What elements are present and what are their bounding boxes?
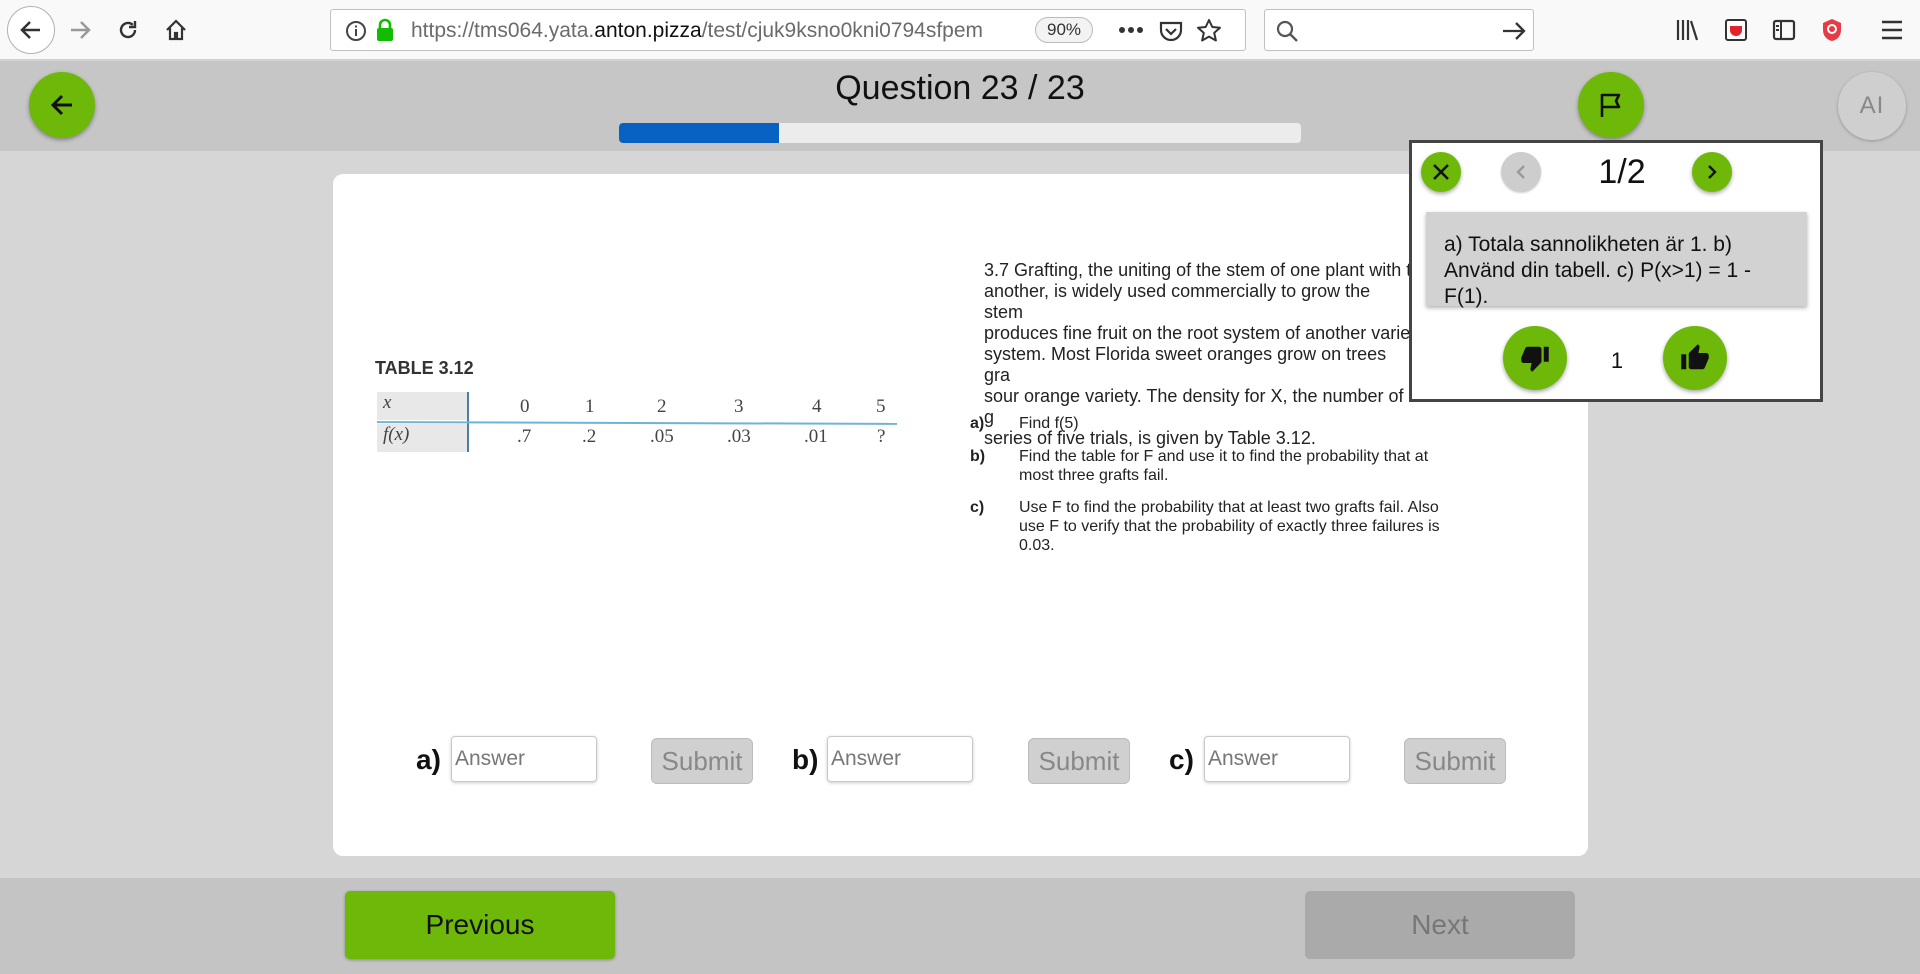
progress-fill: [619, 123, 780, 143]
submit-b-button[interactable]: Submit: [1028, 738, 1130, 784]
go-arrow-icon[interactable]: [1501, 19, 1527, 43]
question-label: c): [970, 499, 985, 516]
chevron-right-icon: [1708, 165, 1717, 179]
url-text[interactable]: https://tms064.yata.anton.pizza/test/cju…: [411, 19, 986, 43]
exit-back-button[interactable]: [29, 72, 95, 138]
density-table: x 0 1 2 3 4 5 f(x) .7 .2 .05 .03 .01 ?: [376, 392, 898, 452]
shield-extension-button[interactable]: [1818, 16, 1846, 44]
fx-value: .03: [727, 426, 751, 447]
lock-icon[interactable]: [375, 18, 395, 42]
star-icon: [1197, 19, 1221, 42]
arrow-left-icon: [50, 94, 72, 116]
pocket-icon: [1159, 21, 1183, 42]
previous-hint-button[interactable]: [1501, 152, 1541, 192]
submit-c-button[interactable]: Submit: [1404, 738, 1506, 784]
question-text: Find f(5): [1019, 415, 1079, 432]
answer-c-input[interactable]: [1204, 736, 1350, 782]
address-bar[interactable]: https://tms064.yata.anton.pizza/test/cju…: [330, 9, 1246, 51]
browser-toolbar: https://tms064.yata.anton.pizza/test/cju…: [0, 0, 1920, 60]
report-flag-button[interactable]: [1578, 72, 1644, 138]
fx-value: .7: [517, 426, 532, 447]
x-value: 5: [876, 396, 886, 417]
pocket-ext-icon: [1725, 19, 1747, 41]
x-label: x: [377, 392, 467, 420]
answer-b-input[interactable]: [827, 736, 973, 782]
thumbs-down-icon: [1521, 346, 1549, 372]
table-title: TABLE 3.12: [375, 358, 474, 378]
answer-a-input[interactable]: [451, 736, 597, 782]
progress-bar: [619, 123, 1301, 143]
x-value: 2: [657, 396, 667, 417]
x-value: 3: [734, 396, 744, 417]
question-text: Find the table for F and use it to find …: [1019, 448, 1429, 484]
fx-value: .05: [650, 426, 674, 447]
zoom-level[interactable]: 90%: [1035, 17, 1093, 43]
problem-line: 3.7 Grafting, the uniting of the stem of…: [984, 260, 1412, 280]
vote-count: 1: [1610, 348, 1624, 373]
question-label: b): [970, 448, 986, 465]
x-value: 1: [585, 396, 595, 417]
menu-icon: [1882, 20, 1902, 40]
answer-a-label: a): [416, 744, 441, 775]
home-icon: [166, 19, 186, 41]
bookmark-button[interactable]: [1195, 17, 1223, 45]
chevron-left-icon: [1516, 165, 1525, 179]
back-button[interactable]: [7, 6, 55, 54]
answer-c-label: c): [1169, 744, 1194, 775]
search-bar[interactable]: [1264, 9, 1534, 51]
forward-button[interactable]: [58, 8, 102, 52]
ai-button[interactable]: AI: [1838, 72, 1906, 140]
close-hint-button[interactable]: [1421, 152, 1461, 192]
forward-arrow-icon: [71, 21, 91, 39]
menu-button[interactable]: [1878, 16, 1906, 44]
reload-icon: [119, 21, 137, 39]
footer-bar: Previous Next: [0, 878, 1920, 974]
table-row-x: x 0 1 2 3 4 5: [377, 392, 897, 420]
quiz-header: Question 23 / 23 AI: [0, 61, 1920, 151]
thumbs-up-icon: [1681, 344, 1709, 370]
ai-label: AI: [1859, 92, 1885, 119]
home-button[interactable]: [154, 8, 198, 52]
sidebar-icon: [1772, 19, 1796, 41]
info-icon[interactable]: [345, 20, 367, 42]
close-icon: [1433, 164, 1449, 180]
answer-b-label: b): [792, 744, 819, 775]
table-row-fx: f(x) .7 .2 .05 .03 .01 ?: [377, 424, 897, 452]
question-card: TABLE 3.12 x 0 1 2 3 4 5 f(x) .7 .2 .05 …: [333, 174, 1588, 856]
sidebar-button[interactable]: [1770, 16, 1798, 44]
fx-value: .2: [582, 426, 597, 447]
fx-value: .01: [804, 426, 828, 447]
x-value: 4: [812, 396, 822, 417]
pocket-extension-button[interactable]: [1722, 16, 1750, 44]
question-text: Use F to find the probability that at le…: [1019, 499, 1440, 554]
library-icon: [1676, 20, 1699, 41]
flag-icon: [1600, 93, 1621, 117]
next-button[interactable]: Next: [1305, 891, 1575, 959]
hint-popup: 1/2 a) Totala sannolikheten är 1. b) Anv…: [1409, 140, 1823, 402]
shield-ext-icon: [1823, 19, 1841, 41]
pocket-button[interactable]: [1157, 18, 1185, 44]
problem-line: another, is widely used commercially to …: [984, 281, 1371, 322]
fx-value: ?: [877, 426, 886, 447]
more-dots-icon: [1119, 27, 1143, 33]
next-hint-button[interactable]: [1692, 152, 1732, 192]
x-value: 0: [520, 396, 530, 417]
submit-a-button[interactable]: Submit: [651, 738, 753, 784]
reload-button[interactable]: [106, 8, 150, 52]
hint-counter: 1/2: [1598, 153, 1646, 191]
search-icon: [1276, 20, 1298, 42]
fx-label: f(x): [377, 424, 467, 452]
previous-button[interactable]: Previous: [345, 891, 615, 959]
page-actions-button[interactable]: [1117, 18, 1145, 42]
back-arrow-icon: [20, 21, 40, 39]
library-button[interactable]: [1674, 16, 1702, 44]
problem-line: produces fine fruit on the root system o…: [984, 323, 1411, 343]
like-hint-button[interactable]: [1663, 326, 1727, 390]
question-title: Question 23 / 23: [835, 69, 1085, 107]
problem-line: system. Most Florida sweet oranges grow …: [984, 344, 1387, 385]
hint-text: a) Totala sannolikheten är 1. b) Använd …: [1426, 212, 1807, 308]
question-label: a): [970, 415, 985, 432]
dislike-hint-button[interactable]: [1503, 326, 1567, 390]
